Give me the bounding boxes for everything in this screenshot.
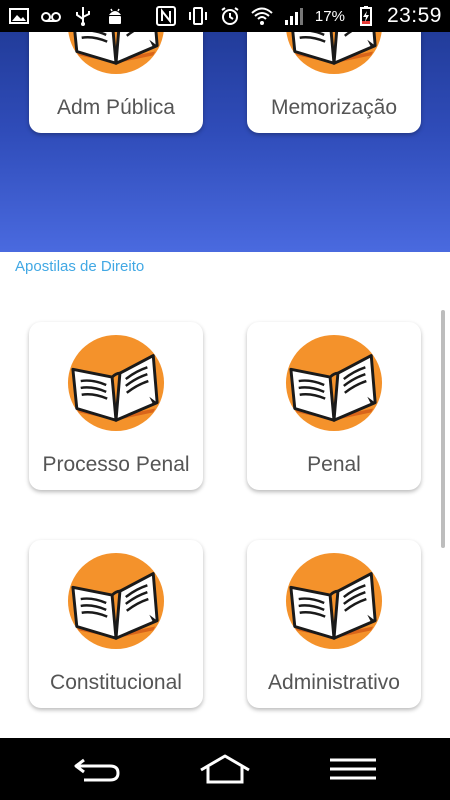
battery-percent: 17%: [314, 7, 345, 25]
voicemail-icon: [40, 5, 62, 27]
book-icon: [285, 334, 383, 432]
home-icon: [200, 754, 250, 784]
navigation-bar: [0, 738, 450, 800]
clock: 23:59: [386, 4, 442, 27]
book-icon: [285, 32, 383, 75]
section-title: Apostilas de Direito: [15, 258, 145, 275]
vibrate-icon: [187, 5, 209, 27]
android-debug-icon: [104, 5, 126, 27]
card-label: Administrativo: [268, 671, 400, 694]
card-label: Penal: [307, 453, 361, 476]
image-icon: [8, 5, 30, 27]
signal-icon: [283, 5, 305, 27]
book-icon: [67, 552, 165, 650]
card-adm-publica[interactable]: Adm Pública: [29, 32, 203, 133]
menu-button[interactable]: [326, 752, 380, 786]
header-banner: Adm Pública Memorização: [0, 32, 450, 252]
home-button[interactable]: [198, 752, 252, 786]
card-label: Constitucional: [50, 671, 182, 694]
book-icon: [67, 334, 165, 432]
menu-icon: [330, 758, 376, 780]
back-icon: [74, 758, 120, 782]
usb-icon: [72, 5, 94, 27]
alarm-icon: [219, 5, 241, 27]
card-label: Processo Penal: [42, 453, 190, 476]
card-administrativo[interactable]: Administrativo: [247, 540, 421, 708]
book-icon: [285, 552, 383, 650]
back-button[interactable]: [70, 752, 124, 786]
status-left: [8, 5, 126, 27]
nfc-icon: [155, 5, 177, 27]
book-icon: [67, 32, 165, 75]
status-right: 17% 23:59: [155, 4, 442, 28]
battery-charging-icon: [355, 5, 377, 27]
status-bar: 17% 23:59: [0, 0, 450, 32]
card-constitucional[interactable]: Constitucional: [29, 540, 203, 708]
card-label: Memorização: [270, 96, 398, 119]
card-memorizacao[interactable]: Memorização: [247, 32, 421, 133]
card-processo-penal[interactable]: Processo Penal: [29, 322, 203, 490]
card-label: Adm Pública: [57, 96, 175, 119]
card-penal[interactable]: Penal: [247, 322, 421, 490]
scrollbar[interactable]: [441, 310, 445, 548]
wifi-icon: [251, 5, 273, 27]
